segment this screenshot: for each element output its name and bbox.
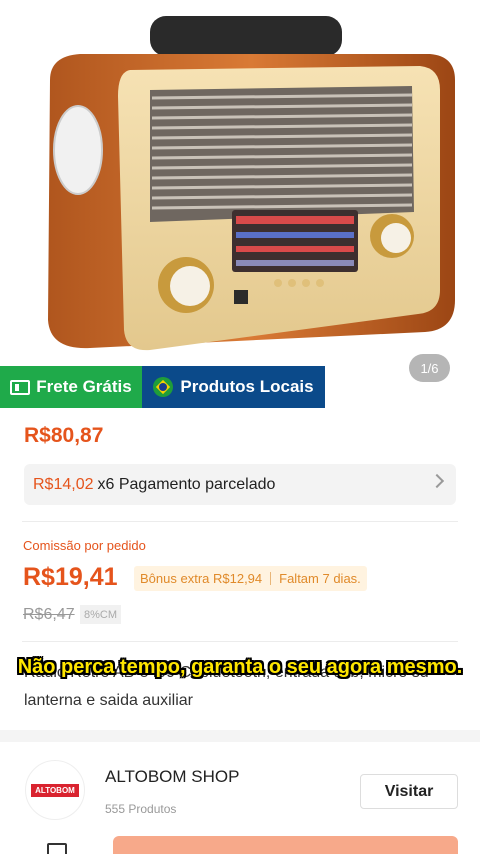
local-products-badge: Produtos Locais xyxy=(142,366,325,408)
product-image[interactable]: 1/6 xyxy=(0,0,480,408)
buy-button[interactable] xyxy=(113,836,458,854)
bonus-tag: Bônus extra R$12,94 Faltam 7 dias. xyxy=(134,566,367,591)
shop-logo[interactable]: ALTOBOM xyxy=(25,760,85,820)
installment-text: x6 Pagamento parcelado xyxy=(97,475,276,493)
brazil-flag-icon xyxy=(153,377,174,397)
installment-amount: R$14,02 xyxy=(33,475,94,493)
installment-row[interactable]: R$14,02 x6 Pagamento parcelado xyxy=(24,464,456,505)
free-shipping-label: Frete Grátis xyxy=(36,377,132,396)
free-shipping-badge: Frete Grátis xyxy=(0,366,142,408)
bonus-text: Bônus extra R$12,94 xyxy=(140,571,263,586)
section-separator xyxy=(0,730,480,742)
divider xyxy=(22,521,458,522)
old-commission: R$6,47 xyxy=(23,606,75,623)
chat-icon[interactable] xyxy=(47,843,67,854)
visit-shop-button[interactable]: Visitar xyxy=(360,774,458,809)
commission-rate: 8%CM xyxy=(80,605,122,624)
commission-label: Comissão por pedido xyxy=(23,538,146,553)
radio-illustration xyxy=(48,16,455,351)
shipping-badges: Frete Grátis Produtos Locais xyxy=(0,366,325,408)
truck-icon xyxy=(10,379,31,395)
bonus-separator xyxy=(270,572,272,585)
chevron-right-icon xyxy=(429,473,445,489)
product-price: R$80,87 xyxy=(24,424,104,447)
remaining-days: Faltam 7 dias. xyxy=(279,571,361,586)
gallery-pager: 1/6 xyxy=(409,354,450,382)
video-caption: Não perca tempo, garanta o seu agora mes… xyxy=(17,656,463,678)
divider xyxy=(22,641,458,642)
local-products-label: Produtos Locais xyxy=(180,377,314,396)
shop-logo-text: ALTOBOM xyxy=(31,783,79,797)
shop-product-count: 555 Produtos xyxy=(105,802,177,816)
commission-value: R$19,41 xyxy=(23,563,118,591)
shop-name[interactable]: ALTOBOM SHOP xyxy=(105,767,239,787)
